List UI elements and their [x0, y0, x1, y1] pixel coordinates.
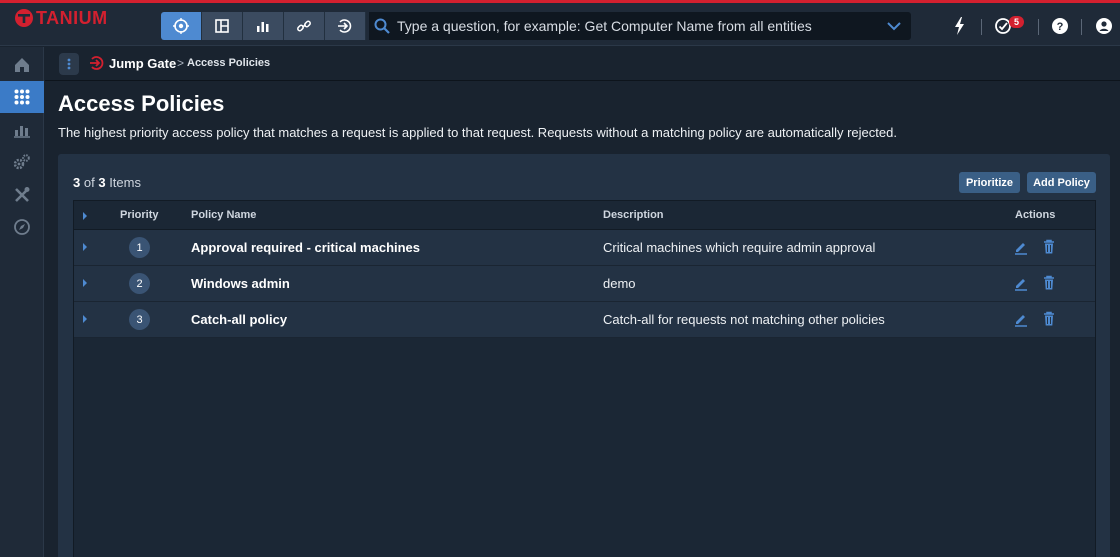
add-policy-button[interactable]: Add Policy — [1027, 172, 1096, 193]
breadcrumb-module-link[interactable]: Jump Gate — [89, 55, 176, 71]
table-row[interactable]: 3 Catch-all policy Catch-all for request… — [74, 302, 1095, 338]
dashboard-icon — [215, 19, 229, 33]
row-expand-toggle[interactable] — [83, 315, 87, 323]
sidebar-item-tools[interactable] — [0, 179, 44, 211]
deploy-nav-button[interactable] — [325, 12, 366, 40]
sidebar-item-administration[interactable] — [0, 146, 44, 178]
policy-name: Windows admin — [191, 276, 290, 291]
table-row[interactable]: 2 Windows admin demo — [74, 266, 1095, 302]
priority-badge: 2 — [129, 273, 150, 294]
page-description: The highest priority access policy that … — [58, 125, 897, 140]
expand-all-toggle[interactable] — [83, 212, 87, 220]
tanium-logo-icon — [15, 9, 33, 27]
module-nav-group — [161, 12, 366, 40]
target-nav-button[interactable] — [161, 12, 202, 40]
policies-panel: 3 of 3 Items Prioritize Add Policy Prior… — [58, 154, 1110, 557]
sidebar-item-explore[interactable] — [0, 211, 44, 243]
delete-icon[interactable] — [1041, 239, 1057, 255]
home-icon — [15, 58, 29, 72]
user-menu-button[interactable] — [1094, 16, 1114, 36]
logo-text: TANIUM — [36, 7, 108, 28]
compass-icon — [14, 219, 30, 235]
policies-table: Priority Policy Name Description Actions… — [73, 200, 1096, 557]
dashboard-nav-button[interactable] — [202, 12, 243, 40]
lightning-icon — [955, 17, 964, 35]
policy-description: demo — [603, 276, 636, 291]
svg-text:?: ? — [1057, 21, 1064, 33]
column-policy-name[interactable]: Policy Name — [191, 209, 256, 221]
page-title: Access Policies — [58, 91, 225, 116]
policy-description: Critical machines which require admin ap… — [603, 240, 876, 255]
top-nav-bar: TANIUM 5 ? — [0, 3, 1120, 46]
sidebar-item-home[interactable] — [0, 49, 44, 81]
priority-badge: 3 — [129, 309, 150, 330]
notification-badge: 5 — [1009, 16, 1024, 28]
item-count-total: 3 — [98, 175, 106, 190]
user-icon — [1096, 18, 1112, 34]
left-sidebar — [0, 47, 44, 557]
sidebar-item-reports[interactable] — [0, 114, 44, 146]
sidebar-item-modules[interactable] — [0, 81, 44, 113]
table-row[interactable]: 1 Approval required - critical machines … — [74, 230, 1095, 266]
question-search-bar — [369, 12, 911, 40]
column-priority[interactable]: Priority — [120, 209, 159, 221]
bar-chart-icon — [257, 22, 269, 32]
item-count-label: Items — [109, 175, 141, 190]
prioritize-button[interactable]: Prioritize — [959, 172, 1020, 193]
priority-badge: 1 — [129, 237, 150, 258]
help-button[interactable]: ? — [1050, 16, 1070, 36]
tools-icon — [15, 187, 30, 202]
actions-button[interactable] — [950, 16, 970, 36]
target-icon — [173, 18, 189, 34]
breadcrumb-current: Access Policies — [187, 57, 271, 69]
policy-name: Catch-all policy — [191, 312, 288, 327]
help-icon: ? — [1052, 18, 1068, 34]
search-icon — [374, 18, 390, 34]
column-description[interactable]: Description — [603, 209, 664, 221]
deploy-icon — [338, 19, 352, 33]
divider — [1081, 19, 1082, 35]
breadcrumb-module-label: Jump Gate — [109, 55, 177, 71]
column-actions: Actions — [1015, 209, 1056, 221]
divider — [1038, 19, 1039, 35]
question-search-input[interactable] — [391, 13, 885, 39]
chevron-down-icon[interactable] — [885, 17, 903, 35]
row-expand-toggle[interactable] — [83, 279, 87, 287]
modules-grid-icon — [14, 89, 30, 105]
edit-icon[interactable] — [1013, 311, 1029, 327]
edit-icon[interactable] — [1013, 275, 1029, 291]
item-count: 3 of 3 Items — [73, 175, 141, 190]
edit-icon[interactable] — [1013, 239, 1029, 255]
breadcrumb-separator: > — [177, 56, 185, 70]
policy-description: Catch-all for requests not matching othe… — [603, 312, 885, 327]
tanium-logo[interactable]: TANIUM — [14, 7, 108, 28]
table-header: Priority Policy Name Description Actions — [74, 201, 1095, 230]
item-count-of: of — [83, 175, 95, 190]
link-icon — [297, 20, 311, 32]
policy-name: Approval required - critical machines — [191, 240, 421, 255]
item-count-shown: 3 — [73, 175, 81, 190]
breadcrumb-bar: Jump Gate > Access Policies — [45, 47, 1120, 81]
connect-nav-button[interactable] — [284, 12, 325, 40]
reports-icon — [14, 126, 30, 138]
admin-gears-icon — [13, 154, 30, 170]
delete-icon[interactable] — [1041, 275, 1057, 291]
row-expand-toggle[interactable] — [83, 243, 87, 251]
delete-icon[interactable] — [1041, 311, 1057, 327]
kebab-menu-icon — [67, 58, 71, 70]
jump-gate-icon — [90, 56, 104, 70]
reports-nav-button[interactable] — [243, 12, 284, 40]
module-menu-button[interactable] — [59, 53, 79, 75]
divider — [981, 19, 982, 35]
